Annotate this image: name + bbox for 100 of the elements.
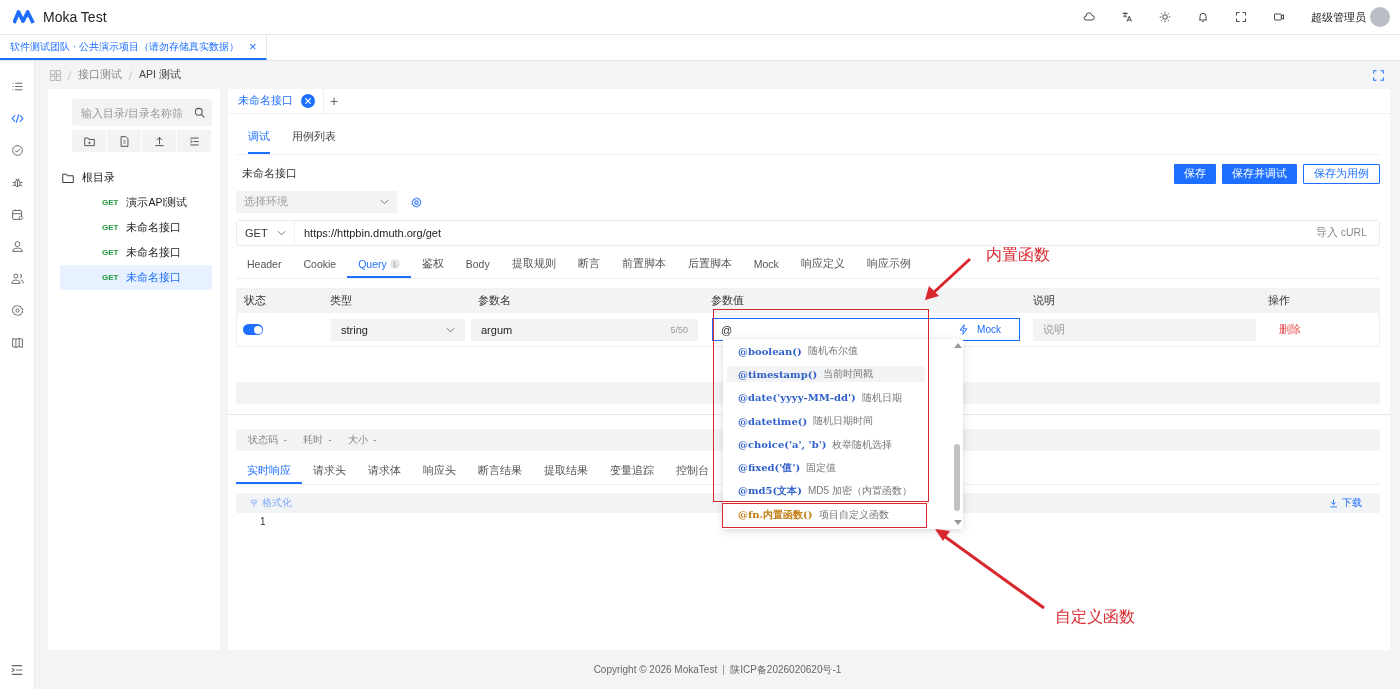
- lightning-icon: [958, 324, 970, 335]
- book-icon[interactable]: [10, 335, 24, 349]
- toggle-switch[interactable]: [243, 324, 263, 335]
- upload-icon: [153, 135, 165, 147]
- method-tag: GET: [102, 198, 119, 207]
- api-name: 未命名接口: [126, 270, 182, 285]
- tab[interactable]: Header: [236, 252, 293, 278]
- annotation-label: 内置函数: [986, 245, 1050, 265]
- save-button[interactable]: 保存并调试: [1222, 164, 1297, 184]
- url-bar[interactable]: GET https://httpbin.dmuth.org/get 导入 cURL: [236, 220, 1380, 246]
- tab[interactable]: 请求体: [357, 460, 412, 484]
- tree-item[interactable]: GET 未命名接口: [60, 240, 212, 265]
- video-icon[interactable]: [1273, 11, 1285, 23]
- type-select[interactable]: string: [331, 318, 465, 341]
- indent-icon: [188, 135, 200, 147]
- tree-item[interactable]: GET 未命名接口: [60, 215, 212, 240]
- settings-icon[interactable]: [10, 303, 24, 317]
- project-tab[interactable]: 软件测试团队 · 公共演示项目（请勿存储真实数据） ×: [0, 35, 268, 60]
- suggestion-item[interactable]: @date('yyyy-MM-dd') 随机日期: [727, 389, 925, 406]
- api-name: 未命名接口: [126, 245, 182, 260]
- import-curl-link[interactable]: 导入 cURL: [1315, 226, 1379, 240]
- suggestion-item[interactable]: @timestamp() 当前时间戳: [727, 366, 925, 383]
- caret-icon: [380, 199, 389, 205]
- app-name: Moka Test: [43, 9, 107, 25]
- annotation-label: 自定义函数: [1055, 607, 1135, 627]
- tab[interactable]: 响应头: [412, 460, 467, 484]
- folder-icon: [62, 171, 74, 184]
- tab[interactable]: 实时响应: [236, 460, 302, 484]
- suggestion-item[interactable]: @fn.内置函数() 项目自定义函数: [727, 506, 925, 523]
- tree-item[interactable]: GET 演示API测试: [60, 190, 212, 215]
- collapse-icon[interactable]: [10, 663, 24, 677]
- api-title: 未命名接口: [241, 167, 297, 181]
- method-tag: GET: [102, 273, 119, 282]
- logo-icon: [13, 9, 35, 25]
- bell-icon[interactable]: [1197, 11, 1209, 23]
- suggestion-item[interactable]: @boolean() 随机布尔值: [727, 343, 925, 359]
- user-name[interactable]: 超级管理员: [1311, 9, 1366, 25]
- close-icon[interactable]: [301, 94, 315, 108]
- tab[interactable]: 变量追踪: [599, 460, 665, 484]
- suggestion-item[interactable]: @md5(文本) MD5 加密（内置函数）: [727, 483, 925, 500]
- calendar-icon[interactable]: [10, 207, 24, 221]
- tab[interactable]: 断言: [566, 252, 611, 278]
- settings-icon[interactable]: [411, 196, 422, 208]
- api-name: 演示API测试: [126, 195, 188, 210]
- param-name-field[interactable]: argum 5/50: [471, 318, 698, 341]
- tab[interactable]: 前置脚本: [610, 252, 677, 278]
- search-icon[interactable]: [194, 107, 205, 118]
- status-item: 耗时 -: [302, 433, 332, 447]
- cloud-icon[interactable]: [1083, 11, 1095, 23]
- tab[interactable]: 调试: [248, 130, 270, 154]
- search-input[interactable]: 输入目录/目录名称筛: [79, 105, 194, 120]
- download-button[interactable]: 下载: [1329, 496, 1362, 510]
- caret-icon: [277, 230, 286, 236]
- tab[interactable]: 控制台: [665, 460, 720, 484]
- tab[interactable]: 提取结果: [533, 460, 599, 484]
- tab[interactable]: 响应示例: [855, 252, 922, 278]
- add-tab-button[interactable]: +: [330, 93, 339, 109]
- bug-icon[interactable]: [10, 175, 24, 189]
- suggestion-item[interactable]: @choice('a', 'b') 枚举随机选择: [727, 436, 925, 453]
- save-as-case-button[interactable]: 保存为用例: [1303, 164, 1380, 184]
- tab[interactable]: 断言结果: [467, 460, 533, 484]
- tab[interactable]: Cookie: [292, 252, 348, 278]
- column-header: 状态: [243, 293, 267, 308]
- caret-icon: [446, 326, 455, 333]
- suggestion-item[interactable]: @datetime() 随机日期时间: [727, 413, 925, 430]
- users-icon[interactable]: [10, 271, 24, 285]
- tab[interactable]: 用例列表: [292, 130, 336, 154]
- editor-tab[interactable]: 未命名接口: [238, 94, 293, 108]
- tab[interactable]: Mock: [742, 252, 790, 278]
- icp-link[interactable]: 陕ICP备2026020620号-1: [730, 662, 842, 677]
- breadcrumb-item: API 测试: [139, 68, 181, 82]
- suggestion-item[interactable]: @fixed('值') 固定值: [727, 459, 925, 476]
- brush-icon: [250, 498, 259, 508]
- tab[interactable]: Body: [454, 252, 501, 278]
- mock-button[interactable]: Mock: [958, 324, 1011, 335]
- column-header: 类型: [329, 293, 353, 308]
- tab[interactable]: 响应定义: [789, 252, 856, 278]
- search-field[interactable]: 输入目录/目录名称筛: [72, 99, 212, 126]
- status-item: 大小 -: [347, 433, 377, 447]
- translate-icon[interactable]: [1121, 11, 1133, 23]
- check-circle-icon[interactable]: [10, 143, 24, 157]
- tree-root[interactable]: 根目录: [82, 170, 115, 185]
- fullscreen-icon[interactable]: [1235, 11, 1247, 23]
- save-button[interactable]: 保存: [1174, 164, 1216, 184]
- close-icon[interactable]: ×: [248, 39, 257, 54]
- download-icon: [1329, 498, 1338, 508]
- tab[interactable]: 请求头: [302, 460, 357, 484]
- tab[interactable]: 提取规则: [500, 252, 567, 278]
- tab[interactable]: 后置脚本: [676, 252, 743, 278]
- user-icon[interactable]: [10, 239, 24, 253]
- code-icon[interactable]: [10, 111, 24, 125]
- delete-link[interactable]: 删除: [1261, 322, 1379, 337]
- char-count: 5/50: [670, 324, 688, 335]
- column-header: 说明: [1032, 293, 1056, 308]
- sun-icon[interactable]: [1159, 11, 1171, 23]
- api-name: 未命名接口: [126, 220, 182, 235]
- column-header: 参数值: [710, 293, 745, 308]
- status-item: 状态码 -: [248, 433, 287, 447]
- tab[interactable]: 鉴权: [410, 252, 455, 278]
- tree-item[interactable]: GET 未命名接口: [60, 265, 212, 290]
